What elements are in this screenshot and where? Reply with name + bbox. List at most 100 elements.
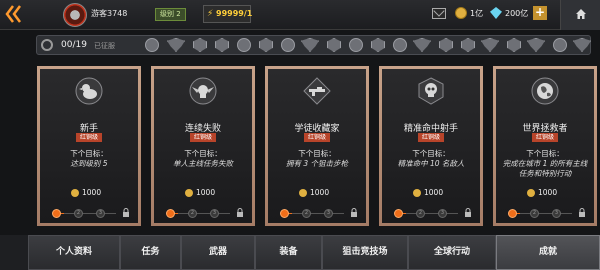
badge-icon[interactable] [349, 38, 363, 52]
badge-icon[interactable] [439, 38, 453, 52]
tab-achievements[interactable]: 成就 [496, 235, 600, 270]
tab-global-ops[interactable]: 全球行动 [408, 235, 496, 270]
lock-icon [123, 208, 129, 217]
badge-icon[interactable] [461, 38, 475, 52]
rank-badge: 红铜级 [304, 133, 330, 142]
lock-icon [351, 208, 357, 217]
coin-icon [71, 189, 79, 197]
tier-progress: 2 3 [394, 208, 472, 219]
next-goal-label: 下个目标： [298, 149, 336, 158]
tier-dot [280, 209, 289, 218]
tier-dot: 3 [96, 209, 105, 218]
badge-icon[interactable] [413, 38, 431, 52]
globe-icon [531, 77, 559, 105]
badge-icon[interactable] [193, 38, 207, 52]
badge-icon[interactable] [527, 38, 545, 52]
reward-amount: 1000 [82, 188, 102, 197]
badge-icon[interactable] [507, 38, 521, 52]
add-currency-button[interactable]: + [533, 6, 547, 20]
badge-icon[interactable] [327, 38, 341, 52]
duck-icon [75, 77, 103, 105]
reward-amount: 1000 [538, 188, 558, 197]
reward-amount: 1000 [196, 188, 216, 197]
achievement-progress-strip: 00/19 已征服 [36, 35, 591, 55]
tab-weapons[interactable]: 武器 [181, 235, 255, 270]
lock-icon [237, 208, 243, 217]
badge-icon[interactable] [301, 38, 319, 52]
conquered-count: 00/19 [61, 40, 87, 50]
badge-icon[interactable] [553, 38, 567, 52]
badge-icon[interactable] [215, 38, 229, 52]
tab-profile[interactable]: 个人资料 [28, 235, 120, 270]
top-bar: 游客3748 级别 2 ⚡ 99999/1 1亿 200亿 + [0, 0, 600, 30]
rank-badge: 红铜级 [418, 133, 444, 142]
home-icon [576, 9, 586, 19]
badge-icon[interactable] [237, 38, 251, 52]
tier-progress: 2 3 [166, 208, 244, 219]
badge-icon[interactable] [145, 38, 159, 52]
tier-progress: 2 3 [280, 208, 358, 219]
badge-icon[interactable] [481, 38, 499, 52]
conquered-label: 已征服 [94, 42, 115, 50]
lightning-icon: ⚡ [207, 9, 214, 19]
tier-dot [394, 209, 403, 218]
achievement-card[interactable]: 世界拯救者 红铜级 下个目标： 完成在城市 1 的所有主线任务和特别行动 100… [493, 66, 597, 226]
lock-icon [579, 208, 585, 217]
next-goal-label: 下个目标： [412, 149, 450, 158]
tier-dot [166, 209, 175, 218]
tab-gear[interactable]: 装备 [255, 235, 322, 270]
tier-dot [52, 209, 61, 218]
coin-amount: 1亿 [470, 9, 484, 18]
rank-badge: 红铜级 [76, 133, 102, 142]
achievement-card[interactable]: 精准命中射手 红铜级 下个目标： 精准命中 10 名敌人 1000 2 3 [379, 66, 483, 226]
progress-ring-icon [41, 39, 53, 51]
tier-progress: 2 3 [508, 208, 586, 219]
level-badge: 级别 2 [155, 8, 186, 21]
badge-icon[interactable] [371, 38, 385, 52]
goal-text: 单人主线任务失败 [173, 159, 233, 168]
energy-counter[interactable]: ⚡ 99999/1 [203, 5, 253, 23]
rank-badge: 红铜级 [190, 133, 216, 142]
tier-dot [508, 209, 517, 218]
coin-icon [413, 189, 421, 197]
next-goal-label: 下个目标： [526, 149, 564, 158]
mail-icon[interactable] [432, 8, 446, 19]
goal-text: 完成在城市 1 的所有主线任务和特别行动 [502, 159, 588, 178]
achievement-card[interactable]: 新手 红铜级 下个目标： 达到级别 5 1000 2 3 [37, 66, 141, 226]
back-button[interactable] [4, 3, 24, 27]
energy-value: 99999/1 [216, 9, 253, 18]
achievement-card[interactable]: 学徒收藏家 红铜级 下个目标： 拥有 3 个狙击步枪 1000 2 3 [265, 66, 369, 226]
tier-dot: 2 [416, 209, 425, 218]
tier-progress: 2 3 [52, 208, 130, 219]
rifle-icon [303, 77, 331, 105]
tab-sniper-arena[interactable]: 狙击竞技场 [322, 235, 408, 270]
goal-text: 精准命中 10 名敌人 [397, 159, 465, 168]
goal-text: 拥有 3 个狙击步枪 [285, 159, 349, 168]
badge-icon[interactable] [259, 38, 273, 52]
badge-icon[interactable] [167, 38, 185, 52]
diamond-amount: 200亿 [505, 9, 529, 18]
tier-dot: 2 [188, 209, 197, 218]
tier-dot: 2 [302, 209, 311, 218]
rank-badge: 红铜级 [532, 133, 558, 142]
badge-icon[interactable] [281, 38, 295, 52]
avatar[interactable] [63, 3, 87, 27]
lock-icon [465, 208, 471, 217]
tier-dot: 3 [324, 209, 333, 218]
tab-missions[interactable]: 任务 [120, 235, 181, 270]
coin-icon [455, 7, 467, 19]
tier-dot: 2 [74, 209, 83, 218]
chevron-left-icon [5, 5, 21, 23]
badge-icon[interactable] [393, 38, 407, 52]
next-goal-label: 下个目标： [184, 149, 222, 158]
tier-dot: 3 [552, 209, 561, 218]
badge-icon[interactable] [573, 38, 591, 52]
tier-dot: 3 [438, 209, 447, 218]
reward-amount: 1000 [424, 188, 444, 197]
player-name: 游客3748 [91, 9, 128, 18]
coin-icon [527, 189, 535, 197]
achievement-card[interactable]: 连续失败 红铜级 下个目标： 单人主线任务失败 1000 2 3 [151, 66, 255, 226]
tier-dot: 3 [210, 209, 219, 218]
home-button[interactable] [560, 0, 600, 30]
coin-icon [185, 189, 193, 197]
